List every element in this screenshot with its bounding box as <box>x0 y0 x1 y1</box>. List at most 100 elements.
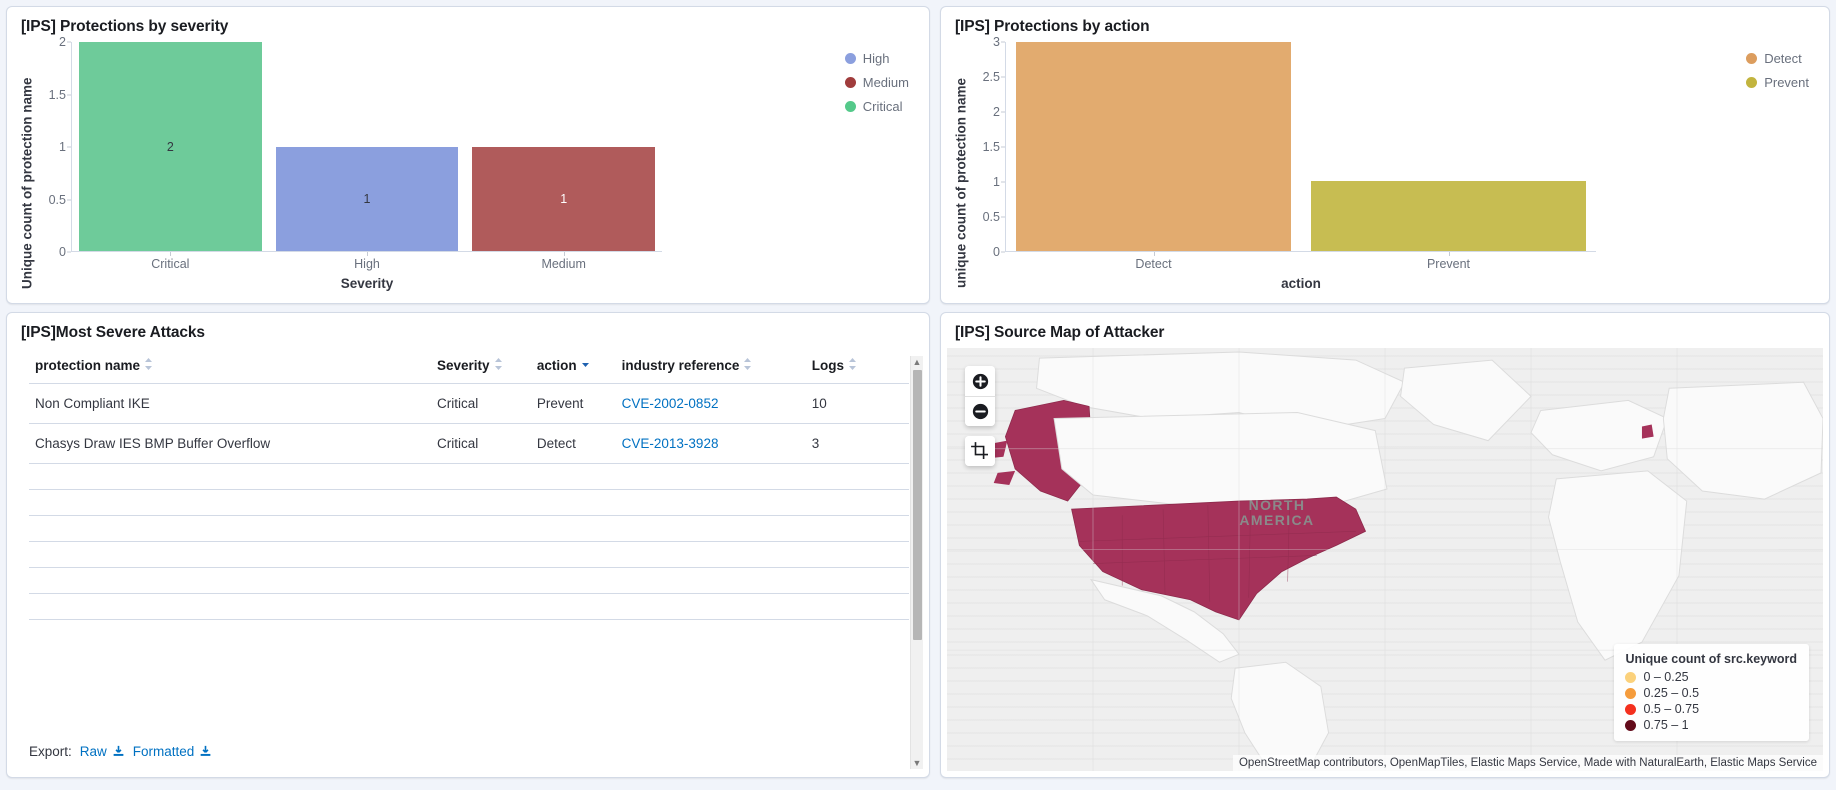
table-row-empty <box>29 567 909 594</box>
bar-slot-critical[interactable]: 2 <box>72 42 269 251</box>
sort-desc-icon[interactable] <box>581 357 590 374</box>
export-formatted-link[interactable]: Formatted <box>133 744 213 759</box>
legend-color-dot-icon <box>1625 703 1637 715</box>
table-scrollbar[interactable]: ▲ ▼ <box>910 356 923 769</box>
bar-slot-detect[interactable] <box>1006 42 1301 251</box>
legend-color-dot-icon <box>1625 671 1637 683</box>
bin-label: 0.25 – 0.5 <box>1643 686 1700 700</box>
y-tick-label: 0 <box>993 245 1000 259</box>
column-header-severity[interactable]: Severity <box>431 348 531 384</box>
bar-slot-medium[interactable]: 1 <box>465 42 662 251</box>
cell-protection-name: Chasys Draw IES BMP Buffer Overflow <box>29 423 431 464</box>
column-label: Logs <box>811 358 844 373</box>
y-tick-label: 1 <box>993 174 1000 189</box>
download-icon <box>113 745 124 756</box>
y-tick-label: 2 <box>993 104 1000 119</box>
bin-label: 0.75 – 1 <box>1643 718 1689 732</box>
bar-detect[interactable] <box>1016 42 1291 251</box>
bars-severity: 2 1 1 <box>72 42 662 252</box>
sort-both-icon[interactable] <box>144 357 153 374</box>
dashboard: [IPS] Protections by severity High Mediu… <box>0 0 1836 790</box>
column-label: action <box>536 358 577 373</box>
table-row[interactable]: Non Compliant IKE Critical Prevent CVE-2… <box>29 383 909 424</box>
scrollbar-thumb[interactable] <box>912 370 922 640</box>
crop-icon <box>971 442 989 460</box>
export-raw-link[interactable]: Raw <box>80 744 125 759</box>
sort-both-icon[interactable] <box>743 357 752 374</box>
bar-medium[interactable]: 1 <box>472 146 656 251</box>
legend-color-dot-icon <box>1625 719 1637 731</box>
panel-title-action: [IPS] Protections by action <box>955 18 1150 35</box>
export-raw-label: Raw <box>79 744 107 759</box>
bar-value-label: 1 <box>560 191 568 206</box>
panel-title-severity: [IPS] Protections by severity <box>21 18 229 35</box>
cve-link[interactable]: CVE-2013-3928 <box>622 436 719 451</box>
table-row-empty <box>29 515 909 542</box>
scroll-down-arrow-icon[interactable]: ▼ <box>913 757 922 769</box>
cve-link[interactable]: CVE-2002-0852 <box>622 396 719 411</box>
panel-protections-by-severity: [IPS] Protections by severity High Mediu… <box>6 6 930 304</box>
dashboard-row-bottom: [IPS]Most Severe Attacks protection name <box>6 312 1830 778</box>
bar-critical[interactable]: 2 <box>78 42 262 251</box>
y-axis-title-action: unique count of protection name <box>953 78 969 289</box>
bar-high[interactable]: 1 <box>275 146 459 251</box>
table-row-empty <box>29 541 909 568</box>
map-canvas[interactable]: NORTH AMERICA Unique count of src.keywor… <box>947 348 1823 771</box>
plus-circle-icon <box>972 373 988 389</box>
y-tick-label: 0.5 <box>982 209 1000 224</box>
panel-title-map: [IPS] Source Map of Attacker <box>955 324 1165 341</box>
column-header-logs[interactable]: Logs <box>806 348 909 384</box>
sort-both-icon[interactable] <box>494 357 503 374</box>
export-formatted-label: Formatted <box>132 744 195 759</box>
table-row[interactable]: Chasys Draw IES BMP Buffer Overflow Crit… <box>29 423 909 464</box>
table-header-row: protection name Severity action industry… <box>29 348 909 384</box>
bar-slot-high[interactable]: 1 <box>269 42 466 251</box>
table-row-empty <box>29 489 909 516</box>
y-tick-label: 1 <box>59 140 66 154</box>
y-axis-ticks-action: 0 0.5 1 1.5 2 2.5 3 <box>971 35 1005 259</box>
y-axis-ticks-severity: 0 0.5 1 1.5 2 <box>37 35 71 259</box>
y-tick-label: 1.5 <box>982 140 1000 154</box>
scroll-up-arrow-icon[interactable]: ▲ <box>913 356 922 368</box>
map-legend-bin-0: 0 – 0.25 <box>1625 670 1797 684</box>
map-legend-bin-2: 0.5 – 0.75 <box>1625 702 1797 716</box>
x-axis-title-action: action <box>1281 276 1321 291</box>
table-body-rows: Non Compliant IKE Critical Prevent CVE-2… <box>29 383 909 646</box>
y-tick-label: 2.5 <box>982 69 1000 84</box>
map-legend-title: Unique count of src.keyword <box>1625 652 1797 666</box>
column-header-action[interactable]: action <box>531 348 616 384</box>
column-label: protection name <box>35 358 141 373</box>
zoom-in-button[interactable] <box>965 366 995 396</box>
bin-label: 0 – 0.25 <box>1643 670 1689 684</box>
column-label: Severity <box>436 358 490 373</box>
chart-severity[interactable]: Unique count of protection name 0 0.5 1 … <box>7 35 929 303</box>
y-axis-title-severity: Unique count of protection name <box>19 77 35 290</box>
x-axis-labels-severity: Critical High Medium <box>72 252 662 276</box>
table-row-empty <box>29 463 909 490</box>
legend-color-dot-icon <box>1625 687 1637 699</box>
minus-circle-icon <box>972 403 988 420</box>
chart-action[interactable]: unique count of protection name 0 0.5 1 … <box>941 35 1829 303</box>
column-header-protection-name[interactable]: protection name <box>29 348 431 384</box>
y-tick-label: 2 <box>59 35 66 49</box>
bar-value-label: 1 <box>363 191 371 206</box>
cell-protection-name: Non Compliant IKE <box>29 383 431 424</box>
fit-to-bounds-button[interactable] <box>965 436 995 466</box>
zoom-out-button[interactable] <box>965 396 995 426</box>
bar-slot-prevent[interactable] <box>1301 42 1596 251</box>
bar-prevent[interactable] <box>1311 181 1586 251</box>
x-tick-medium: Medium <box>465 252 662 276</box>
map-attribution: OpenStreetMap contributors, OpenMapTiles… <box>1232 755 1823 771</box>
export-label: Export: <box>29 744 72 759</box>
column-header-industry-reference[interactable]: industry reference <box>616 348 806 384</box>
table-row-empty <box>29 619 909 646</box>
map-label-north-america: NORTH AMERICA <box>1239 497 1315 528</box>
table-scroll-region[interactable]: protection name Severity action industry… <box>7 348 929 730</box>
sort-both-icon[interactable] <box>848 357 857 374</box>
y-tick-label: 0 <box>59 245 66 259</box>
download-icon <box>200 745 211 756</box>
bin-label: 0.5 – 0.75 <box>1643 702 1700 716</box>
panel-title-table: [IPS]Most Severe Attacks <box>21 324 205 341</box>
x-axis-labels-action: Detect Prevent <box>1006 252 1596 276</box>
y-tick-label: 1.5 <box>48 87 66 102</box>
